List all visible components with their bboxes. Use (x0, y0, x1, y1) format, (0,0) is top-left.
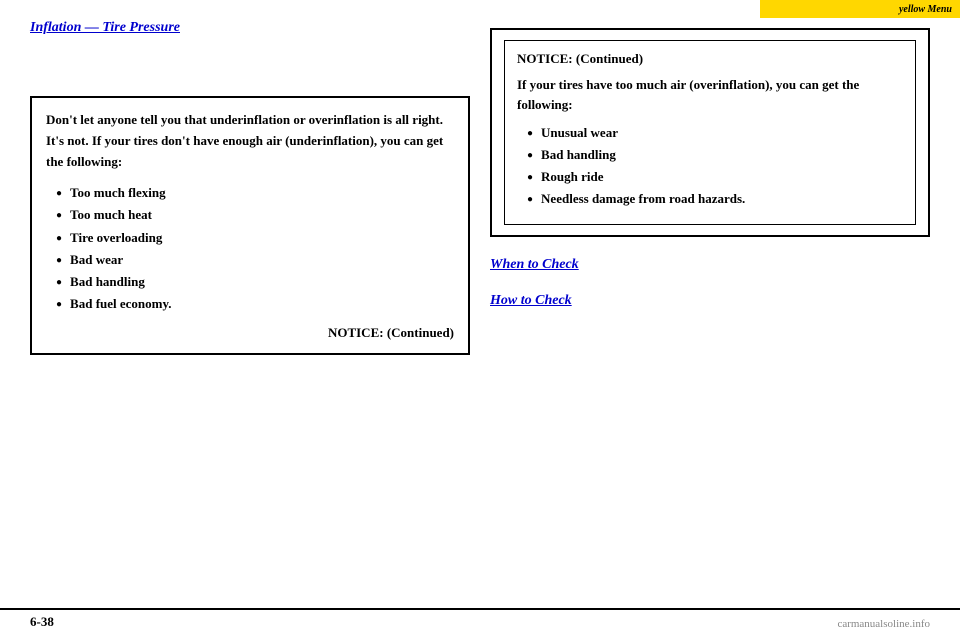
how-to-check-heading: How to Check (490, 293, 930, 309)
list-item: Bad fuel economy. (56, 293, 454, 315)
warning-box: Don't let anyone tell you that underinfl… (30, 96, 470, 355)
main-content: Inflation — Tire Pressure Don't let anyo… (30, 20, 930, 590)
list-item: Needless damage from road hazards. (527, 188, 903, 210)
list-item: Bad handling (56, 271, 454, 293)
left-section-heading: Inflation — Tire Pressure (30, 20, 470, 36)
top-bar: yellow Menu (760, 0, 960, 18)
notice-box-inner: NOTICE: (Continued) If your tires have t… (504, 40, 916, 225)
notice-intro: If your tires have too much air (overinf… (517, 75, 903, 114)
right-column: NOTICE: (Continued) If your tires have t… (490, 20, 930, 315)
when-to-check-heading: When to Check (490, 257, 930, 273)
list-item: Bad handling (527, 144, 903, 166)
notice-box: NOTICE: (Continued) If your tires have t… (490, 28, 930, 237)
list-item: Bad wear (56, 249, 454, 271)
bottom-logo: carmanualsoline.info (837, 618, 930, 630)
list-item: Tire overloading (56, 227, 454, 249)
notice-title: NOTICE: (Continued) (517, 51, 903, 67)
left-column: Inflation — Tire Pressure Don't let anyo… (30, 20, 470, 355)
bottom-divider (0, 608, 960, 610)
list-item: Rough ride (527, 166, 903, 188)
overinflation-bullet-list: Unusual wear Bad handling Rough ride Nee… (517, 122, 903, 210)
top-bar-text: yellow Menu (899, 4, 952, 15)
list-item: Unusual wear (527, 122, 903, 144)
list-item: Too much flexing (56, 182, 454, 204)
page-number: 6-38 (30, 614, 54, 630)
list-item: Too much heat (56, 204, 454, 226)
notice-continued: NOTICE: (Continued) (46, 325, 454, 341)
warning-box-intro: Don't let anyone tell you that underinfl… (46, 110, 454, 172)
underinflation-bullet-list: Too much flexing Too much heat Tire over… (46, 182, 454, 315)
